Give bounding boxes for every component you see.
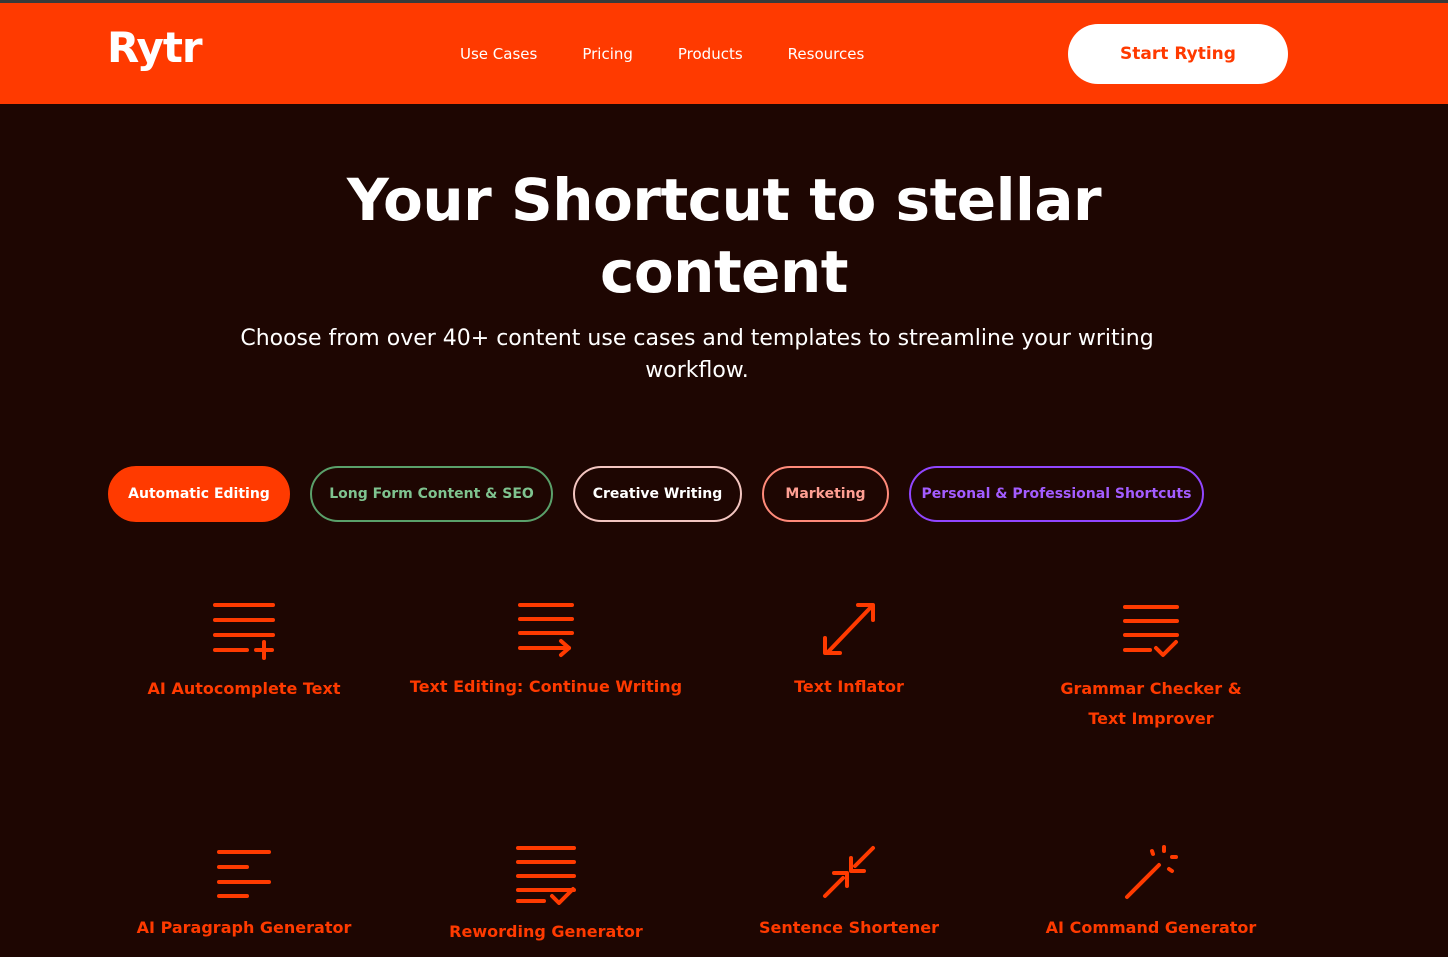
site-header: Rytr Use Cases Pricing Products Resource… [0,3,1448,104]
nav-pricing[interactable]: Pricing [582,45,633,63]
use-case-sentence-shortener[interactable]: Sentence Shortener [699,843,999,943]
lines-check-icon [516,846,576,905]
tab-long-form-content-seo[interactable]: Long Form Content & SEO [310,466,553,522]
nav-use-cases[interactable]: Use Cases [460,45,537,63]
use-case-continue-writing[interactable]: Text Editing: Continue Writing [396,600,696,702]
expand-arrows-icon [823,603,875,655]
use-case-label: Rewording Generator [449,922,643,941]
use-case-label: AI Paragraph Generator [136,918,352,937]
rytr-logo[interactable]: Rytr [107,27,203,69]
use-case-label: Sentence Shortener [759,918,939,937]
use-case-label: AI Command Generator [1045,918,1257,937]
use-case-grammar-checker[interactable]: Grammar Checker & Text Improver [1001,600,1301,734]
use-case-ai-autocomplete-text[interactable]: AI Autocomplete Text [94,600,394,704]
use-case-label: AI Autocomplete Text [147,679,341,698]
use-case-label: Text Editing: Continue Writing [409,677,683,696]
use-case-ai-command-generator[interactable]: AI Command Generator [1001,843,1301,943]
category-tabs: Automatic Editing Long Form Content & SE… [0,466,1448,522]
use-case-label: Grammar Checker & Text Improver [1060,679,1242,728]
lines-check-icon [1123,605,1179,657]
compress-arrows-icon [823,846,875,898]
tab-automatic-editing[interactable]: Automatic Editing [108,466,290,522]
tab-creative-writing[interactable]: Creative Writing [573,466,742,522]
main-nav: Use Cases Pricing Products Resources [460,45,909,63]
use-case-ai-paragraph-generator[interactable]: AI Paragraph Generator [94,843,394,943]
use-case-label: Text Inflator [794,677,904,696]
paragraph-lines-icon [217,850,271,898]
magic-wand-icon [1125,845,1178,899]
nav-resources[interactable]: Resources [788,45,865,63]
lines-arrow-icon [518,603,574,657]
tab-personal-professional-shortcuts[interactable]: Personal & Professional Shortcuts [909,466,1204,522]
hero-title: Your Shortcut to stellar content [346,166,1102,306]
nav-products[interactable]: Products [678,45,743,63]
hero-subtitle: Choose from over 40+ content use cases a… [240,326,1154,383]
lines-plus-icon [213,603,275,660]
use-case-rewording-generator[interactable]: Rewording Generator [396,843,696,947]
use-case-text-inflator[interactable]: Text Inflator [699,600,999,702]
tab-marketing[interactable]: Marketing [762,466,889,522]
start-ryting-button[interactable]: Start Ryting [1068,24,1288,84]
